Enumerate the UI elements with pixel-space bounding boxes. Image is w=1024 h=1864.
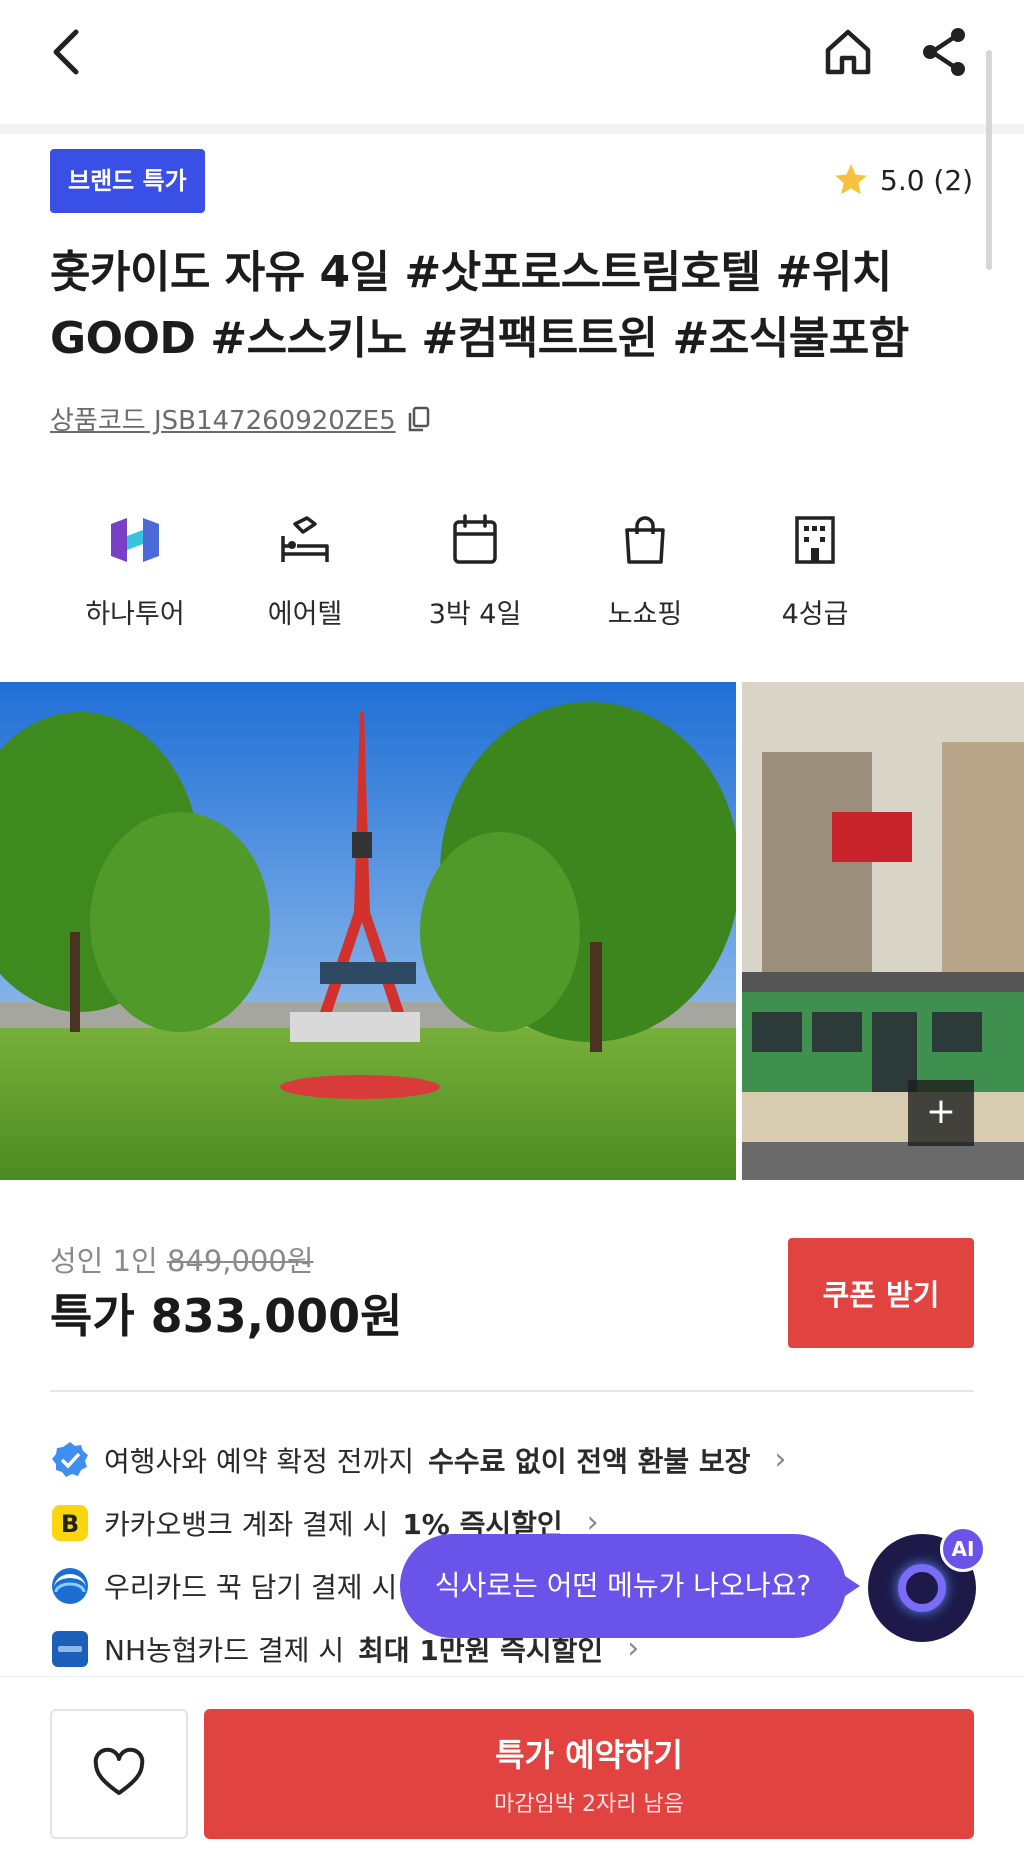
back-button[interactable]: [40, 24, 96, 80]
benefit-text: 여행사와 예약 확정 전까지: [104, 1444, 415, 1478]
main-photo[interactable]: [0, 682, 736, 1180]
original-price-line: 성인 1인 849,000원: [50, 1238, 314, 1280]
shopping-bag-icon: [625, 516, 665, 564]
share-icon: [923, 28, 965, 76]
home-button[interactable]: [820, 24, 876, 80]
ai-suggestion-bubble[interactable]: 식사로는 어떤 메뉴가 나오나요?: [400, 1534, 860, 1638]
section-divider: [0, 124, 1024, 134]
ai-orb-icon: [898, 1564, 946, 1612]
original-price: 849,000원: [166, 1244, 314, 1278]
benefit-text: 우리카드 꾹 담기 결제 시: [104, 1570, 398, 1604]
feature-label: 하나투어: [85, 599, 185, 630]
benefit-text: NH농협카드 결제 시: [104, 1633, 345, 1667]
calendar-icon: [453, 514, 497, 564]
hanatour-logo-icon: [111, 518, 159, 562]
wooricard-icon: [52, 1567, 88, 1604]
special-price: 특가 833,000원: [50, 1289, 403, 1343]
wishlist-button[interactable]: [50, 1709, 188, 1839]
feature-airtel: 에어텔: [220, 510, 390, 631]
sapporo-tram-image: [742, 682, 1024, 1180]
sapporo-tv-tower-image: [0, 682, 736, 1180]
feature-hanatour: 하나투어: [50, 510, 220, 631]
feature-hotel-grade: 4성급: [730, 510, 900, 631]
scrollbar[interactable]: [986, 50, 992, 270]
book-button-label: 특가 예약하기: [495, 1736, 683, 1774]
benefit-refund[interactable]: 여행사와 예약 확정 전까지 수수료 없이 전액 환불 보장 ›: [50, 1428, 950, 1491]
feature-duration: 3박 4일: [390, 510, 560, 631]
kakaobank-icon: B: [52, 1504, 88, 1541]
rating[interactable]: 5.0 (2): [832, 160, 973, 200]
side-photo[interactable]: [742, 682, 1024, 1180]
chevron-left-icon: [53, 29, 79, 75]
benefit-highlight: 수수료 없이 전액 환불 보장: [428, 1444, 751, 1478]
nhcard-icon: [52, 1630, 88, 1667]
photo-gallery[interactable]: [0, 682, 1024, 1180]
benefit-text: 카카오뱅크 계좌 결제 시: [104, 1507, 389, 1541]
svg-text:B: B: [61, 1510, 79, 1538]
building-icon: [795, 516, 835, 564]
book-button-sublabel: 마감임박 2자리 남음: [494, 1792, 684, 1817]
feature-no-shopping: 노쇼핑: [560, 510, 730, 631]
share-button[interactable]: [916, 24, 972, 80]
adult-label: 성인 1인: [50, 1244, 158, 1278]
top-bar: [0, 0, 1024, 124]
product-code-text: 상품코드 JSB147260920ZE5: [50, 406, 396, 436]
ai-badge: AI: [940, 1526, 986, 1572]
feature-label: 3박 4일: [428, 599, 522, 630]
book-special-button[interactable]: 특가 예약하기 마감임박 2자리 남음: [204, 1709, 974, 1839]
plane-bed-icon: [281, 516, 329, 562]
divider: [50, 1390, 974, 1392]
product-code[interactable]: 상품코드 JSB147260920ZE5: [50, 400, 434, 437]
copy-icon[interactable]: [404, 404, 434, 434]
coupon-button[interactable]: 쿠폰 받기: [788, 1238, 974, 1348]
feature-label: 4성급: [781, 599, 849, 630]
feature-list: 하나투어 에어텔 3박 4일 노쇼핑 4성급: [50, 510, 910, 631]
product-title: 홋카이도 자유 4일 #삿포로스트림호텔 #위치 GOOD #스스키노 #컴팩트…: [50, 247, 909, 364]
brand-sale-badge: 브랜드 특가: [50, 149, 205, 213]
rating-value: 5.0 (2): [880, 163, 974, 197]
star-icon: [835, 164, 867, 195]
feature-label: 노쇼핑: [607, 599, 683, 630]
gallery-more-button[interactable]: +: [908, 1080, 974, 1146]
verified-badge-icon: [52, 1441, 88, 1477]
feature-label: 에어텔: [267, 599, 343, 630]
heart-icon: [93, 1747, 145, 1795]
home-icon: [825, 29, 871, 75]
chevron-right-icon: ›: [774, 1442, 787, 1477]
